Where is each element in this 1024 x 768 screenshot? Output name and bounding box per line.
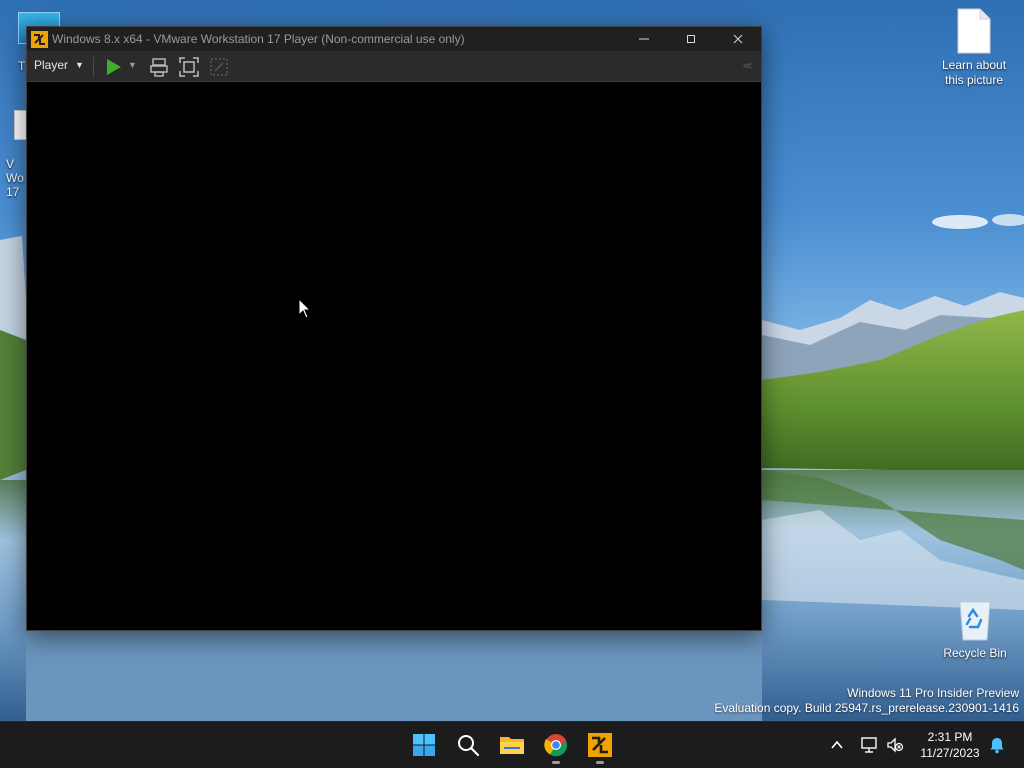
clock-time: 2:31 PM — [927, 730, 973, 744]
taskbar-clock[interactable]: 2:31 PM 11/27/2023 — [914, 729, 986, 761]
window-title: Windows 8.x x64 - VMware Workstation 17 … — [52, 32, 465, 46]
play-options-chevron-icon[interactable]: ▼ — [128, 60, 140, 74]
running-indicator — [552, 761, 560, 764]
chrome-icon — [544, 734, 568, 757]
mouse-cursor-icon — [298, 298, 312, 319]
chrome-button[interactable] — [540, 729, 572, 764]
chevron-down-icon: ▼ — [75, 60, 84, 70]
vmware-logo-icon — [31, 30, 48, 48]
desktop-icon-label: Recycle Bin — [943, 646, 1007, 660]
watermark-edition: Windows 11 Pro Insider Preview — [847, 686, 1019, 700]
window-controls — [620, 27, 761, 51]
start-button[interactable] — [408, 729, 440, 761]
running-indicator — [596, 761, 604, 764]
file-explorer-icon — [500, 737, 524, 754]
virtual-machine-screen[interactable] — [27, 83, 761, 630]
minimize-button[interactable] — [620, 27, 667, 51]
toolbar-divider — [93, 57, 94, 77]
document-icon — [957, 8, 991, 54]
watermark-build: Evaluation copy. Build 25947.rs_prerelea… — [714, 701, 1019, 715]
maximize-button[interactable] — [667, 27, 714, 51]
player-toolbar: Player ▼ ▼ ≪ — [27, 51, 761, 82]
search-icon — [458, 735, 480, 757]
minimize-icon — [638, 38, 649, 40]
windows-evaluation-watermark: Windows 11 Pro Insider Preview Evaluatio… — [714, 686, 1019, 716]
search-button[interactable] — [452, 729, 484, 761]
player-menu-label: Player — [34, 58, 69, 72]
desktop-icon-label: Learn about this picture — [941, 58, 1007, 87]
windows-start-icon — [413, 734, 435, 756]
network-icon[interactable] — [860, 736, 878, 754]
vmware-player-window[interactable]: Windows 8.x x64 - VMware Workstation 17 … — [26, 26, 762, 631]
vmware-player-icon — [588, 733, 612, 757]
desktop-icon-recycle-bin[interactable]: Recycle Bin — [935, 598, 1015, 661]
vmware-player-taskbar-button[interactable] — [584, 729, 616, 764]
volume-muted-icon[interactable] — [886, 736, 904, 754]
collapse-toolbar-icon[interactable]: ≪ — [743, 61, 753, 72]
power-on-play-icon[interactable] — [103, 57, 123, 77]
maximize-icon — [686, 35, 695, 43]
taskbar: 2:31 PM 11/27/2023 — [0, 721, 1024, 768]
close-button[interactable] — [714, 27, 761, 51]
notification-bell-icon[interactable] — [988, 736, 1006, 754]
full-screen-icon[interactable] — [179, 57, 199, 77]
desktop-icon-learn-about-picture[interactable]: Learn about this picture — [934, 8, 1014, 88]
file-explorer-button[interactable] — [496, 729, 528, 761]
send-ctrl-alt-del-icon[interactable] — [149, 57, 169, 77]
desktop-icon-partial-label: T — [18, 59, 26, 73]
recycle-bin-icon — [959, 601, 991, 641]
show-hidden-icons-chevron-up-icon[interactable] — [830, 738, 844, 752]
unity-mode-icon — [210, 58, 228, 76]
player-menu-button[interactable]: Player ▼ — [34, 58, 84, 72]
close-icon — [733, 34, 742, 44]
clock-date: 11/27/2023 — [920, 746, 980, 760]
window-titlebar[interactable]: Windows 8.x x64 - VMware Workstation 17 … — [27, 27, 761, 51]
